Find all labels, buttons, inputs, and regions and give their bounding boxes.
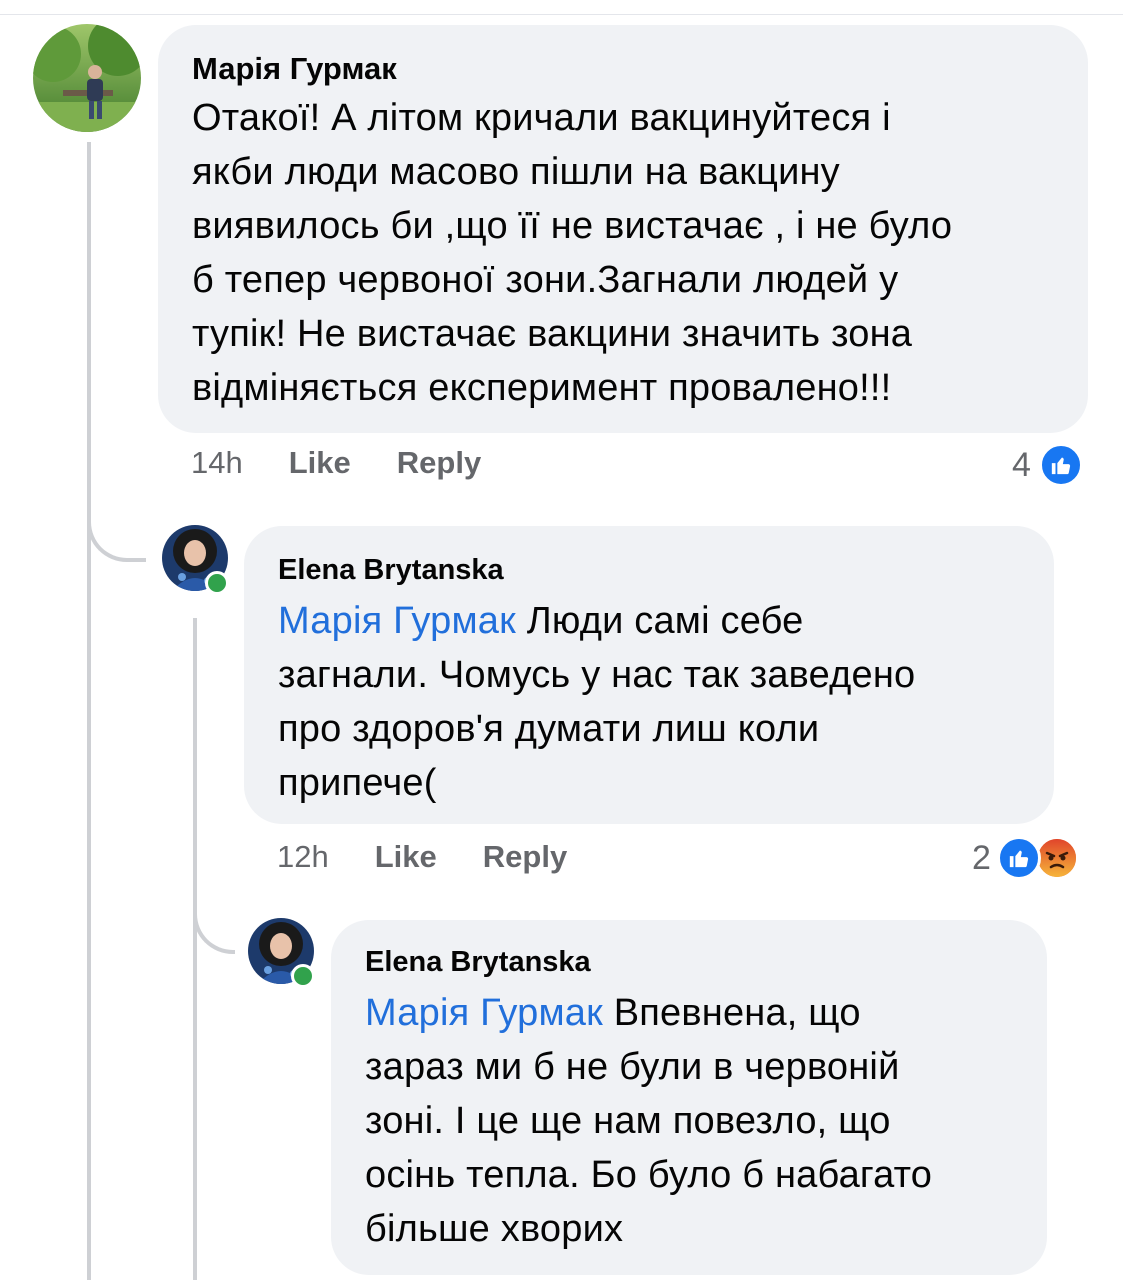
reply-meta: 12h Like Reply — [277, 839, 567, 875]
online-status-icon — [291, 964, 315, 988]
reply-text: Марія Гурмак Впевнена, що зараз ми б не … — [365, 986, 1017, 1256]
comment-line: якби люди масово пішли на вакцину — [192, 151, 840, 193]
timestamp[interactable]: 12h — [277, 839, 329, 875]
reply-line: Люди самі себе — [515, 600, 804, 642]
reply-line: більше хворих — [365, 1208, 624, 1250]
top-divider — [0, 14, 1123, 15]
avatar-mariia[interactable] — [33, 24, 141, 132]
thread-connector-1 — [87, 480, 146, 562]
reaction-summary[interactable]: 2 — [972, 836, 1079, 880]
reply-line: Впевнена, що — [602, 992, 861, 1034]
like-icon — [1038, 443, 1083, 487]
comment-bubble: Марія Гурмак Отакої! А літом кричали вак… — [158, 25, 1088, 433]
reply-button[interactable]: Reply — [483, 839, 567, 875]
comment-text: Отакої! А літом кричали вакцинуйтеся і я… — [192, 91, 1058, 415]
reply-line: зараз ми б не були в червоній — [365, 1046, 900, 1088]
reply-line: осінь тепла. Бо було б набагато — [365, 1154, 933, 1196]
reply-bubble: Elena Brytanska Марія Гурмак Впевнена, щ… — [331, 920, 1047, 1275]
reply-button[interactable]: Reply — [397, 445, 481, 481]
thread-line-main — [87, 142, 91, 1280]
reply-author[interactable]: Elena Brytanska — [365, 942, 1017, 982]
comment-line: тупік! Не вистачає вакцини значить зона — [192, 313, 913, 355]
reaction-count: 2 — [972, 838, 991, 877]
thread-line-reply — [193, 618, 197, 1280]
reply-line: про здоров'я думати лиш коли — [278, 708, 820, 750]
comment-line: відміняється експеримент провалено!!! — [192, 367, 892, 409]
reply-line: припече( — [278, 762, 437, 804]
online-status-icon — [205, 571, 229, 595]
reply-text: Марія Гурмак Люди самі себе загнали. Чом… — [278, 594, 1024, 810]
like-button[interactable]: Like — [375, 839, 437, 875]
like-icon — [996, 836, 1041, 880]
comment-line: Отакої! А літом кричали вакцинуйтеся і — [192, 97, 891, 139]
reply-line: зоні. І це ще нам повезло, що — [365, 1100, 891, 1142]
reaction-summary[interactable]: 4 — [1012, 443, 1083, 487]
reply-bubble: Elena Brytanska Марія Гурмак Люди самі с… — [244, 526, 1054, 824]
like-button[interactable]: Like — [289, 445, 351, 481]
thread-connector-2 — [193, 870, 235, 954]
mention-link[interactable]: Марія Гурмак — [365, 992, 603, 1034]
comment-meta: 14h Like Reply — [191, 445, 481, 481]
reaction-count: 4 — [1012, 445, 1031, 484]
angry-icon — [1034, 836, 1079, 880]
comment-line: виявилось би ,що її не вистачає , і не б… — [192, 205, 953, 247]
reply-author[interactable]: Elena Brytanska — [278, 550, 1024, 590]
comment-author[interactable]: Марія Гурмак — [192, 49, 1058, 89]
reply-line: загнали. Чомусь у нас так заведено — [278, 654, 916, 696]
mention-link[interactable]: Марія Гурмак — [278, 600, 516, 642]
comment-line: б тепер червоної зони.Загнали людей у — [192, 259, 899, 301]
timestamp[interactable]: 14h — [191, 445, 243, 481]
